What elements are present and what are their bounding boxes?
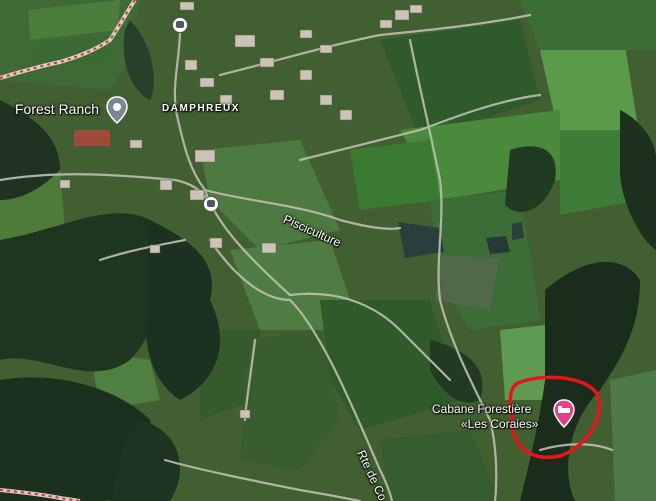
location-pin-icon[interactable] xyxy=(106,96,128,124)
village-label: DAMPHREUX xyxy=(162,103,240,114)
poi-label-cabane[interactable]: Cabane Forestière xyxy=(432,402,531,416)
bus-stop-icon[interactable] xyxy=(203,196,219,212)
hotel-bed-pin-icon[interactable] xyxy=(553,399,575,429)
poi-label-cabane-sub[interactable]: «Les Coraies» xyxy=(461,417,538,431)
bus-stop-icon[interactable] xyxy=(172,17,188,33)
poi-label-forest-ranch[interactable]: Forest Ranch xyxy=(15,101,99,117)
map-view[interactable]: Forest Ranch DAMPHREUX Pisciculture Caba… xyxy=(0,0,656,501)
